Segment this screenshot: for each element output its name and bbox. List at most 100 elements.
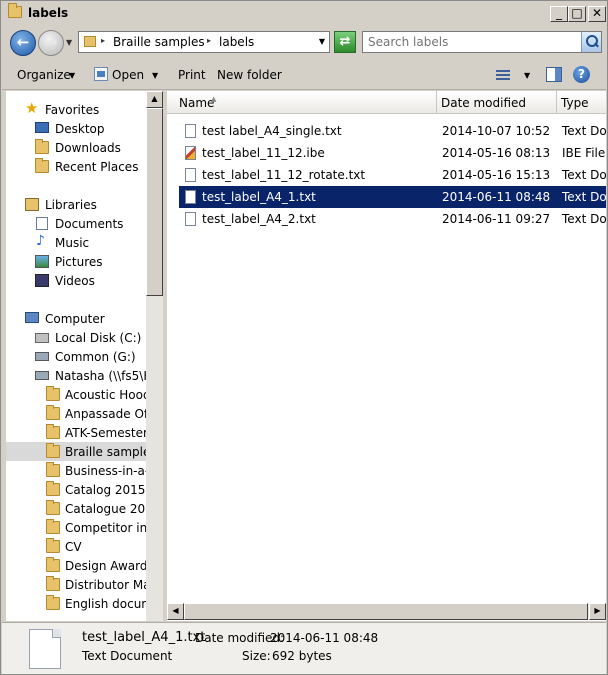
file-date: 2014-05-16 08:13 (442, 146, 551, 160)
file-row[interactable]: test label_A4_single.txt 2014-10-07 10:5… (179, 120, 606, 142)
address-dropdown-icon[interactable]: ▼ (319, 37, 325, 46)
nav-item-downloads[interactable]: Downloads (6, 138, 146, 157)
title-bar[interactable]: labels _ □ ✕ (2, 2, 606, 26)
horizontal-scroll-thumb[interactable] (184, 603, 588, 620)
nav-scrollbar[interactable]: ▲ (146, 91, 163, 621)
column-label: Name (179, 96, 215, 110)
address-bar[interactable]: ▸ Braille samples ▸ labels ▼ (78, 31, 330, 53)
open-dropdown-icon[interactable]: ▼ (152, 71, 158, 80)
address-row: ← → ▼ ▸ Braille samples ▸ labels ▼ ⇄ (2, 26, 606, 60)
search-input[interactable] (363, 32, 579, 52)
nav-folder[interactable]: Acoustic Hoods V (6, 385, 146, 404)
documents-icon (36, 217, 48, 230)
nav-label: Acoustic Hoods V (65, 388, 146, 402)
nav-label: Competitor info (65, 521, 146, 535)
horizontal-scrollbar[interactable]: ◀ ▶ (167, 603, 606, 620)
nav-scroll-thumb[interactable] (146, 108, 163, 296)
nav-label: Anpassade Office (65, 407, 146, 421)
folder-icon (46, 538, 60, 553)
folder-icon (8, 3, 22, 18)
nav-item-local-disk[interactable]: Local Disk (C:) (6, 328, 146, 347)
file-row[interactable]: test_label_11_12_rotate.txt 2014-05-16 1… (179, 164, 606, 186)
nav-label: Pictures (55, 255, 103, 269)
window-title: labels (28, 6, 69, 20)
nav-folder[interactable]: English documen (6, 594, 146, 613)
music-icon: ♪ (36, 233, 45, 249)
search-box[interactable] (362, 31, 602, 53)
nav-folder[interactable]: Business-in-a-Box (6, 461, 146, 480)
file-row-selected[interactable]: test_label_A4_1.txt 2014-06-11 08:48 Tex… (179, 186, 606, 208)
nav-item-desktop[interactable]: Desktop (6, 119, 146, 138)
help-icon[interactable]: ? (573, 66, 590, 83)
nav-item-recent-places[interactable]: Recent Places (6, 157, 146, 176)
details-pane: test_label_A4_1.txt Date modified: 2014-… (2, 622, 606, 674)
nav-item-common-drive[interactable]: Common (G:) (6, 347, 146, 366)
refresh-button[interactable]: ⇄ (334, 31, 356, 53)
new-folder-button[interactable]: New folder (217, 68, 282, 82)
recent-pages-dropdown-icon[interactable]: ▼ (66, 38, 72, 47)
nav-folder[interactable]: Design Award log (6, 556, 146, 575)
scroll-left-icon[interactable]: ◀ (167, 603, 184, 620)
nav-folder[interactable]: ATK-Semester fr (6, 423, 146, 442)
search-icon[interactable] (581, 32, 601, 52)
command-bar: Organize ▼ Open ▼ Print New folder ▼ ? (2, 60, 606, 90)
breadcrumb-chevron-icon[interactable]: ▸ (207, 36, 211, 45)
nav-label: Natasha (\\fs5\Hon (55, 369, 146, 383)
libraries-icon (25, 198, 39, 211)
pictures-icon (35, 255, 49, 268)
nav-label: English documen (65, 597, 146, 611)
nav-folder[interactable]: Distributor Marke (6, 575, 146, 594)
minimize-button[interactable]: _ (550, 6, 568, 22)
nav-favorites[interactable]: ★ Favorites (6, 100, 146, 119)
nav-item-videos[interactable]: Videos (6, 271, 146, 290)
breadcrumb-item[interactable]: Braille samples (113, 35, 205, 49)
views-dropdown-icon[interactable]: ▼ (524, 71, 530, 80)
explorer-window: labels _ □ ✕ ← → ▼ ▸ Braille samples ▸ l… (0, 0, 608, 675)
nav-item-natasha-drive[interactable]: Natasha (\\fs5\Hon (6, 366, 146, 385)
nav-folder[interactable]: CV (6, 537, 146, 556)
back-button[interactable]: ← (10, 30, 36, 56)
preview-pane-icon[interactable] (546, 67, 562, 82)
nav-item-pictures[interactable]: Pictures (6, 252, 146, 271)
column-label: Type (561, 96, 589, 110)
nav-computer[interactable]: Computer (6, 309, 146, 328)
file-date: 2014-06-11 08:48 (442, 190, 551, 204)
column-header-date-modified[interactable]: Date modified (437, 91, 557, 114)
nav-folder-selected[interactable]: Braille samples (6, 442, 146, 461)
nav-folder[interactable]: Catalog 2015 (6, 480, 146, 499)
file-row[interactable]: test_label_11_12.ibe 2014-05-16 08:13 IB… (179, 142, 606, 164)
desktop-icon (35, 122, 49, 133)
nav-folder[interactable]: Anpassade Office (6, 404, 146, 423)
breadcrumb-chevron-icon[interactable]: ▸ (101, 36, 105, 45)
column-header-name[interactable]: Name ▲ (167, 91, 437, 114)
nav-item-music[interactable]: ♪ Music (6, 233, 146, 252)
scroll-up-icon[interactable]: ▲ (146, 91, 163, 108)
nav-label: Recent Places (55, 160, 139, 174)
navigation-pane[interactable]: ★ Favorites Desktop Downloads Recent Pla… (6, 91, 163, 621)
text-file-icon (185, 124, 196, 138)
file-list[interactable]: Name ▲ Date modified Type test label_A4_… (167, 91, 606, 621)
breadcrumb-item[interactable]: labels (219, 35, 254, 49)
downloads-folder-icon (35, 139, 49, 154)
file-type: Text Doc (562, 212, 606, 226)
close-button[interactable]: ✕ (588, 6, 606, 22)
hard-disk-icon (35, 333, 49, 343)
column-header-type[interactable]: Type (557, 91, 606, 114)
organize-dropdown-icon[interactable]: ▼ (69, 71, 75, 80)
nav-label: Local Disk (C:) (55, 331, 142, 345)
folder-icon (46, 481, 60, 496)
nav-folder[interactable]: Competitor info (6, 518, 146, 537)
nav-item-documents[interactable]: Documents (6, 214, 146, 233)
nav-folder[interactable]: Catalogue 2013 (6, 499, 146, 518)
scroll-right-icon[interactable]: ▶ (589, 603, 606, 620)
forward-button[interactable]: → (38, 30, 64, 56)
nav-libraries[interactable]: Libraries (6, 195, 146, 214)
change-view-icon[interactable] (496, 69, 510, 81)
nav-label: Videos (55, 274, 95, 288)
open-button[interactable]: Open (112, 68, 144, 82)
print-button[interactable]: Print (178, 68, 206, 82)
details-size-label: Size: (242, 649, 271, 663)
maximize-button[interactable]: □ (568, 6, 586, 22)
organize-button[interactable]: Organize (17, 68, 71, 82)
file-row[interactable]: test_label_A4_2.txt 2014-06-11 09:27 Tex… (179, 208, 606, 230)
